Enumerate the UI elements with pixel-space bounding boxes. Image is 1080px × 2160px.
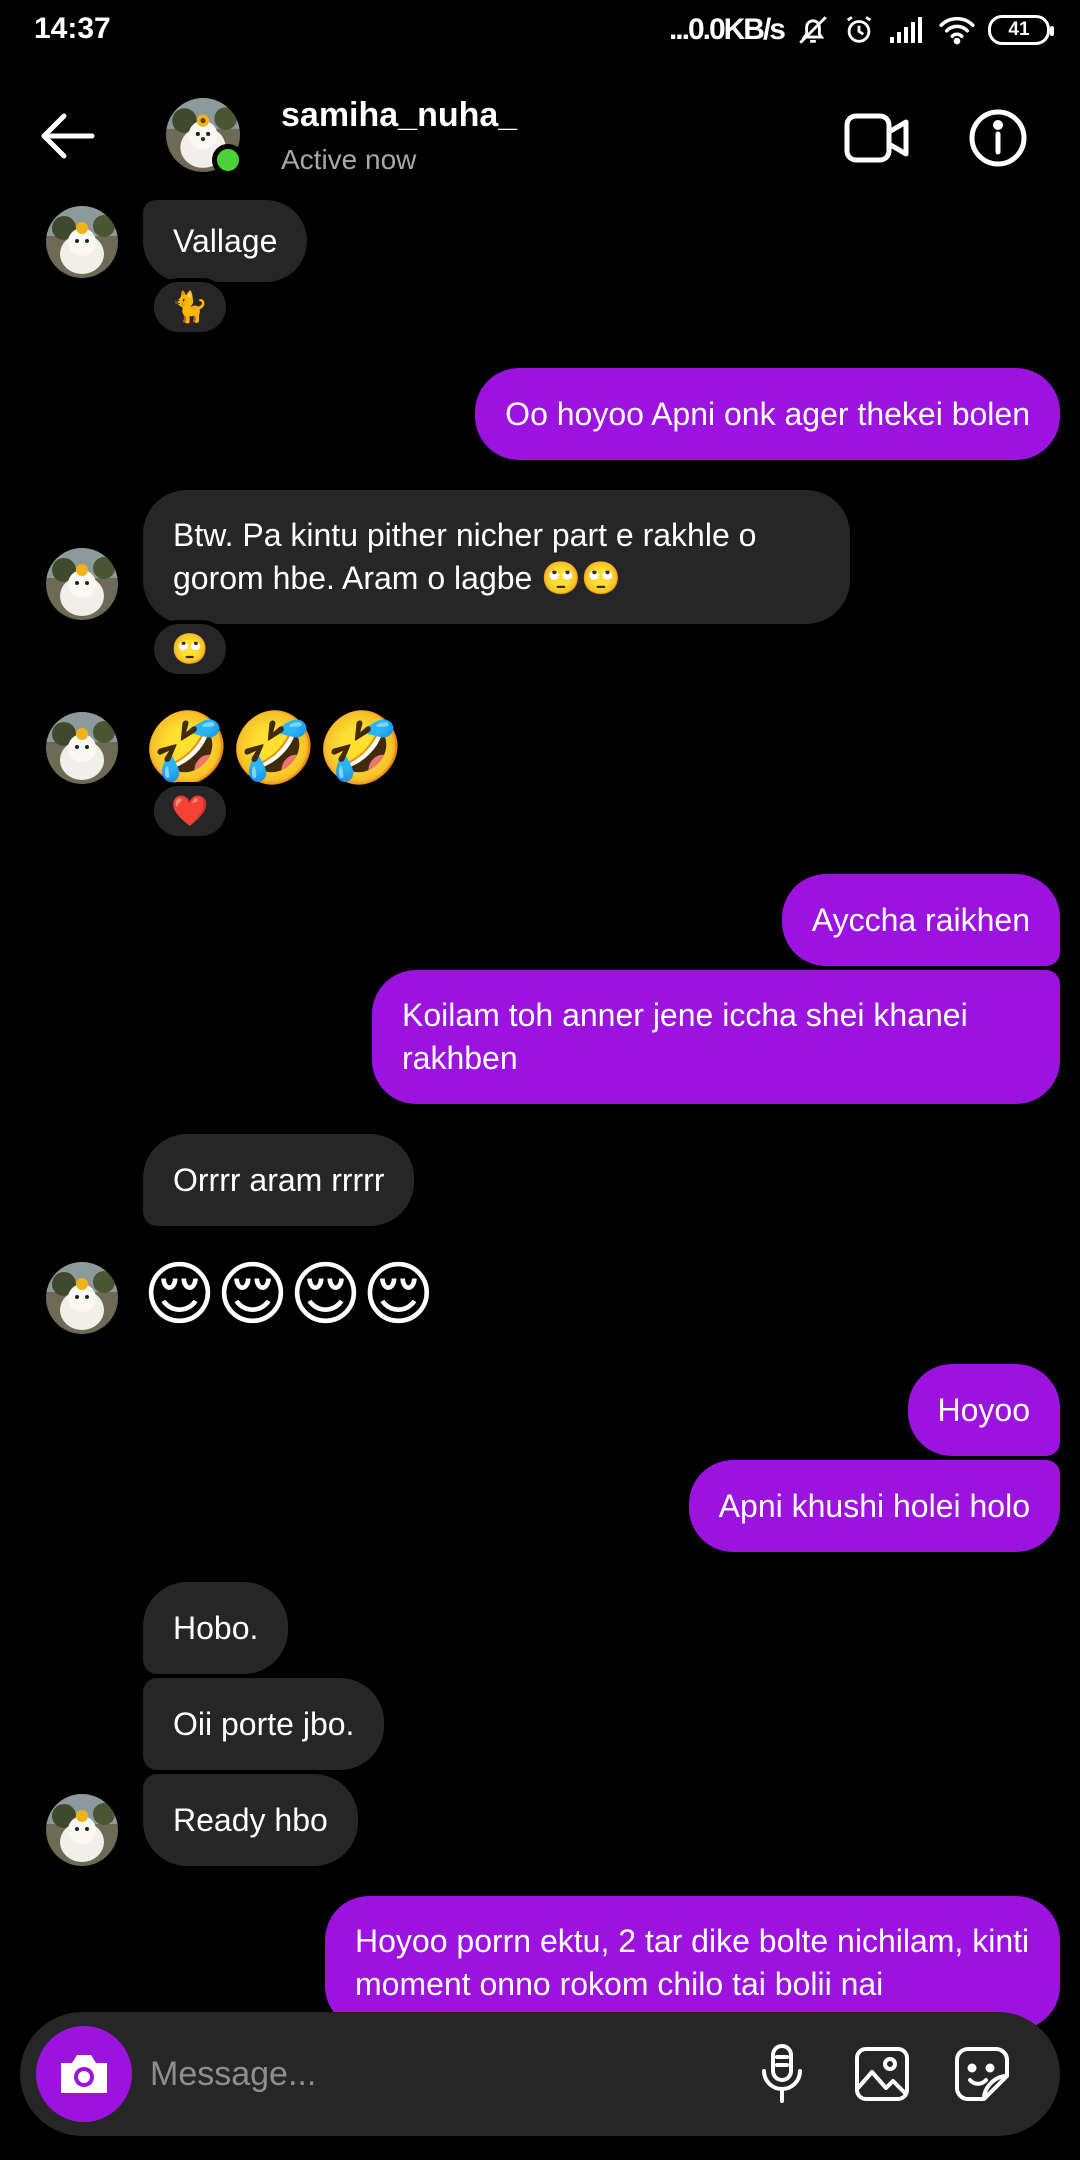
chat-header: samiha_nuha_ Active now xyxy=(0,62,1080,212)
microphone-button[interactable] xyxy=(752,2044,812,2104)
gallery-button[interactable] xyxy=(852,2044,912,2104)
incoming-message[interactable]: Btw. Pa kintu pither nicher part e rakhl… xyxy=(143,490,850,624)
contact-username[interactable]: samiha_nuha_ xyxy=(281,96,517,135)
network-speed: ...0.0KB/s xyxy=(668,13,786,46)
contact-status: Active now xyxy=(281,144,417,175)
back-arrow-icon xyxy=(41,113,95,159)
info-button[interactable] xyxy=(968,108,1028,168)
gallery-icon xyxy=(855,2047,909,2101)
camera-button[interactable] xyxy=(36,2026,132,2122)
camera-icon xyxy=(61,2055,107,2093)
signal-icon xyxy=(888,15,926,45)
outgoing-message[interactable]: Hoyoo xyxy=(907,1364,1060,1456)
outgoing-message[interactable]: Ayccha raikhen xyxy=(781,874,1060,966)
incoming-message[interactable]: Hobo. xyxy=(143,1582,289,1674)
sticker-icon xyxy=(955,2047,1009,2101)
online-indicator xyxy=(212,144,244,176)
back-button[interactable] xyxy=(36,106,106,166)
message-reaction[interactable]: 🙄 xyxy=(150,620,230,678)
outgoing-message[interactable]: Oo hoyoo Apni onk ager thekei bolen xyxy=(475,368,1060,460)
microphone-icon xyxy=(762,2044,802,2103)
sender-avatar[interactable] xyxy=(46,712,118,784)
incoming-message[interactable]: Orrrr aram rrrrr xyxy=(143,1134,415,1226)
alarm-icon xyxy=(842,13,876,47)
status-bar: 14:37 ...0.0KB/s 41 xyxy=(0,0,1080,62)
message-input[interactable] xyxy=(150,2040,750,2108)
sticker-button[interactable] xyxy=(952,2044,1012,2104)
sender-avatar[interactable] xyxy=(46,1794,118,1866)
incoming-message[interactable]: Vallage xyxy=(143,200,308,282)
mute-icon xyxy=(796,13,830,47)
sender-avatar[interactable] xyxy=(46,206,118,278)
wifi-icon xyxy=(938,15,976,45)
outgoing-message[interactable]: Hoyoo porrn ektu, 2 tar dike bolte nichi… xyxy=(325,1896,1060,2030)
message-composer xyxy=(20,2012,1060,2136)
video-call-icon xyxy=(844,113,909,163)
sender-avatar[interactable] xyxy=(46,548,118,620)
sender-avatar[interactable] xyxy=(46,1262,118,1334)
info-icon xyxy=(969,109,1027,167)
outgoing-message[interactable]: Apni khushi holei holo xyxy=(688,1460,1060,1552)
emoji-message[interactable]: 🤣🤣🤣 xyxy=(143,708,404,788)
emoji-message[interactable]: 😌😌😌😌 xyxy=(143,1254,435,1334)
video-call-button[interactable] xyxy=(844,110,910,166)
message-reaction[interactable]: ❤️ xyxy=(150,782,230,840)
message-reaction[interactable]: 🐈 xyxy=(150,278,230,336)
incoming-message[interactable]: Oii porte jbo. xyxy=(143,1678,385,1770)
status-time: 14:37 xyxy=(34,12,111,45)
outgoing-message[interactable]: Koilam toh anner jene iccha shei khanei … xyxy=(372,970,1060,1104)
battery-indicator: 41 xyxy=(988,15,1054,45)
incoming-message[interactable]: Ready hbo xyxy=(143,1774,358,1866)
status-icons: ...0.0KB/s 41 xyxy=(668,10,1054,50)
